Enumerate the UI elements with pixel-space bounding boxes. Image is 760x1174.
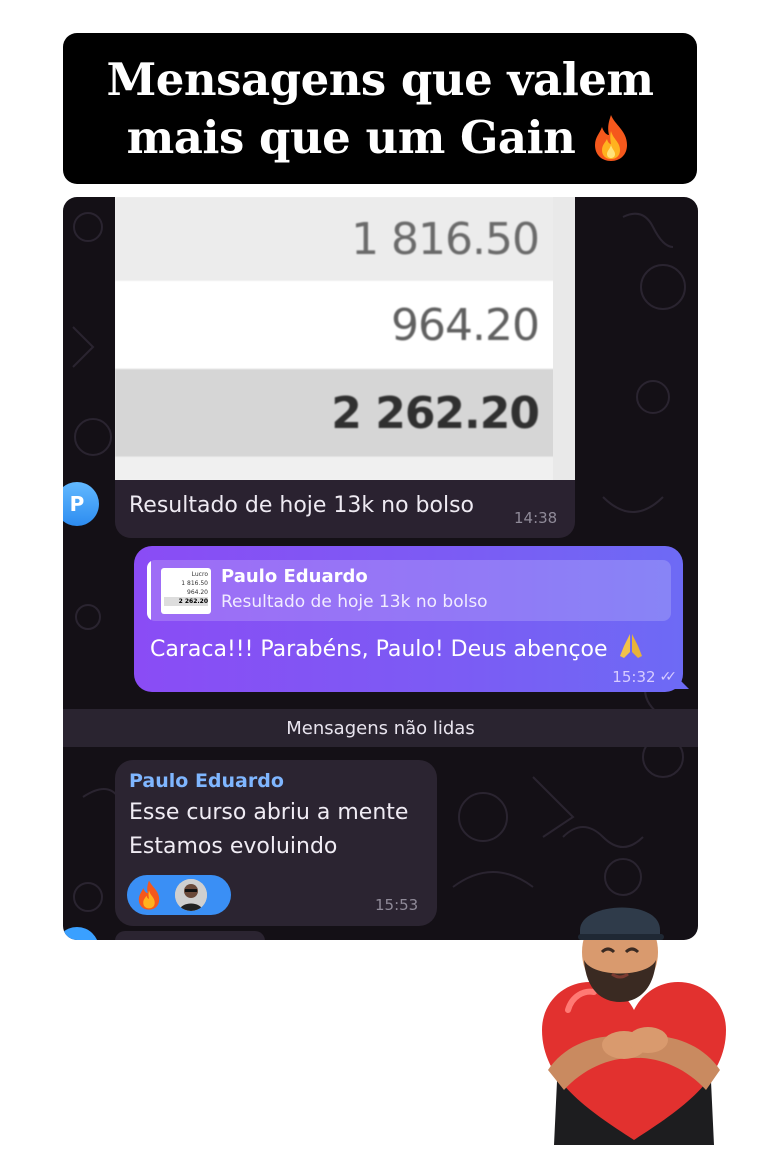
message-time: 14:38 xyxy=(514,509,558,527)
thumb-value-1: 1 816.50 xyxy=(181,580,208,587)
message-time: 15:32 xyxy=(612,668,656,686)
sender-name[interactable]: Paulo Eduardo xyxy=(129,770,284,792)
message-line-2: Estamos evoluindo xyxy=(129,834,338,859)
praying-hands-icon xyxy=(618,632,644,667)
bubble-tail xyxy=(675,675,689,689)
unread-messages-divider: Mensagens não lidas xyxy=(63,709,698,747)
reply-text: Resultado de hoje 13k no bolso xyxy=(221,592,488,612)
image-bottom-strip xyxy=(115,457,575,480)
banner-title-line2-row: mais que um Gain xyxy=(127,109,634,167)
next-message-bubble-partial xyxy=(115,931,265,940)
outgoing-message-text-row: Caraca!!! Parabéns, Paulo! Deus abençoe xyxy=(150,632,644,667)
image-caption: Resultado de hoje 13k no bolso xyxy=(129,493,474,518)
reply-thumbnail: Lucro 1 816.50 964.20 2 262.20 xyxy=(161,568,211,614)
thumb-value-2: 964.20 xyxy=(187,589,208,596)
thumb-value-3: 2 262.20 xyxy=(164,597,208,606)
image-value-2: 964.20 xyxy=(115,281,575,369)
reactor-avatar[interactable] xyxy=(175,879,207,911)
chat-screenshot: 1 816.50 964.20 2 262.20 Resultado de ho… xyxy=(63,197,698,940)
reply-sender-name: Paulo Eduardo xyxy=(221,566,368,587)
fire-icon xyxy=(589,113,633,163)
message-time: 15:53 xyxy=(375,896,419,914)
banner-title-line1: Mensagens que valem xyxy=(106,52,654,106)
image-value-3: 2 262.20 xyxy=(115,369,575,457)
banner-title-line2: mais que um Gain xyxy=(126,110,576,164)
profit-screenshot-image[interactable]: 1 816.50 964.20 2 262.20 xyxy=(115,197,575,480)
heart-hug-sticker xyxy=(528,890,740,1150)
outgoing-time-row: 15:32 ✓✓ xyxy=(612,668,678,686)
thumb-label: Lucro xyxy=(191,571,208,578)
image-value-1: 1 816.50 xyxy=(115,197,575,281)
title-banner: Mensagens que valem mais que um Gain xyxy=(63,33,697,184)
message-line-1: Esse curso abriu a mente xyxy=(129,800,409,825)
reply-quote[interactable]: Lucro 1 816.50 964.20 2 262.20 Paulo Edu… xyxy=(147,560,671,621)
fire-icon xyxy=(135,879,163,911)
double-check-icon: ✓✓ xyxy=(659,669,678,685)
image-scrollbar xyxy=(553,197,575,480)
outgoing-message-text: Caraca!!! Parabéns, Paulo! Deus abençoe xyxy=(150,637,608,662)
reply-accent-bar xyxy=(147,560,151,621)
reaction-pill[interactable] xyxy=(127,875,231,915)
outgoing-message-bubble[interactable]: Lucro 1 816.50 964.20 2 262.20 Paulo Edu… xyxy=(134,546,683,692)
incoming-message-bubble[interactable]: Paulo Eduardo Esse curso abriu a mente E… xyxy=(115,760,437,926)
image-message-bubble[interactable]: 1 816.50 964.20 2 262.20 Resultado de ho… xyxy=(115,197,575,538)
